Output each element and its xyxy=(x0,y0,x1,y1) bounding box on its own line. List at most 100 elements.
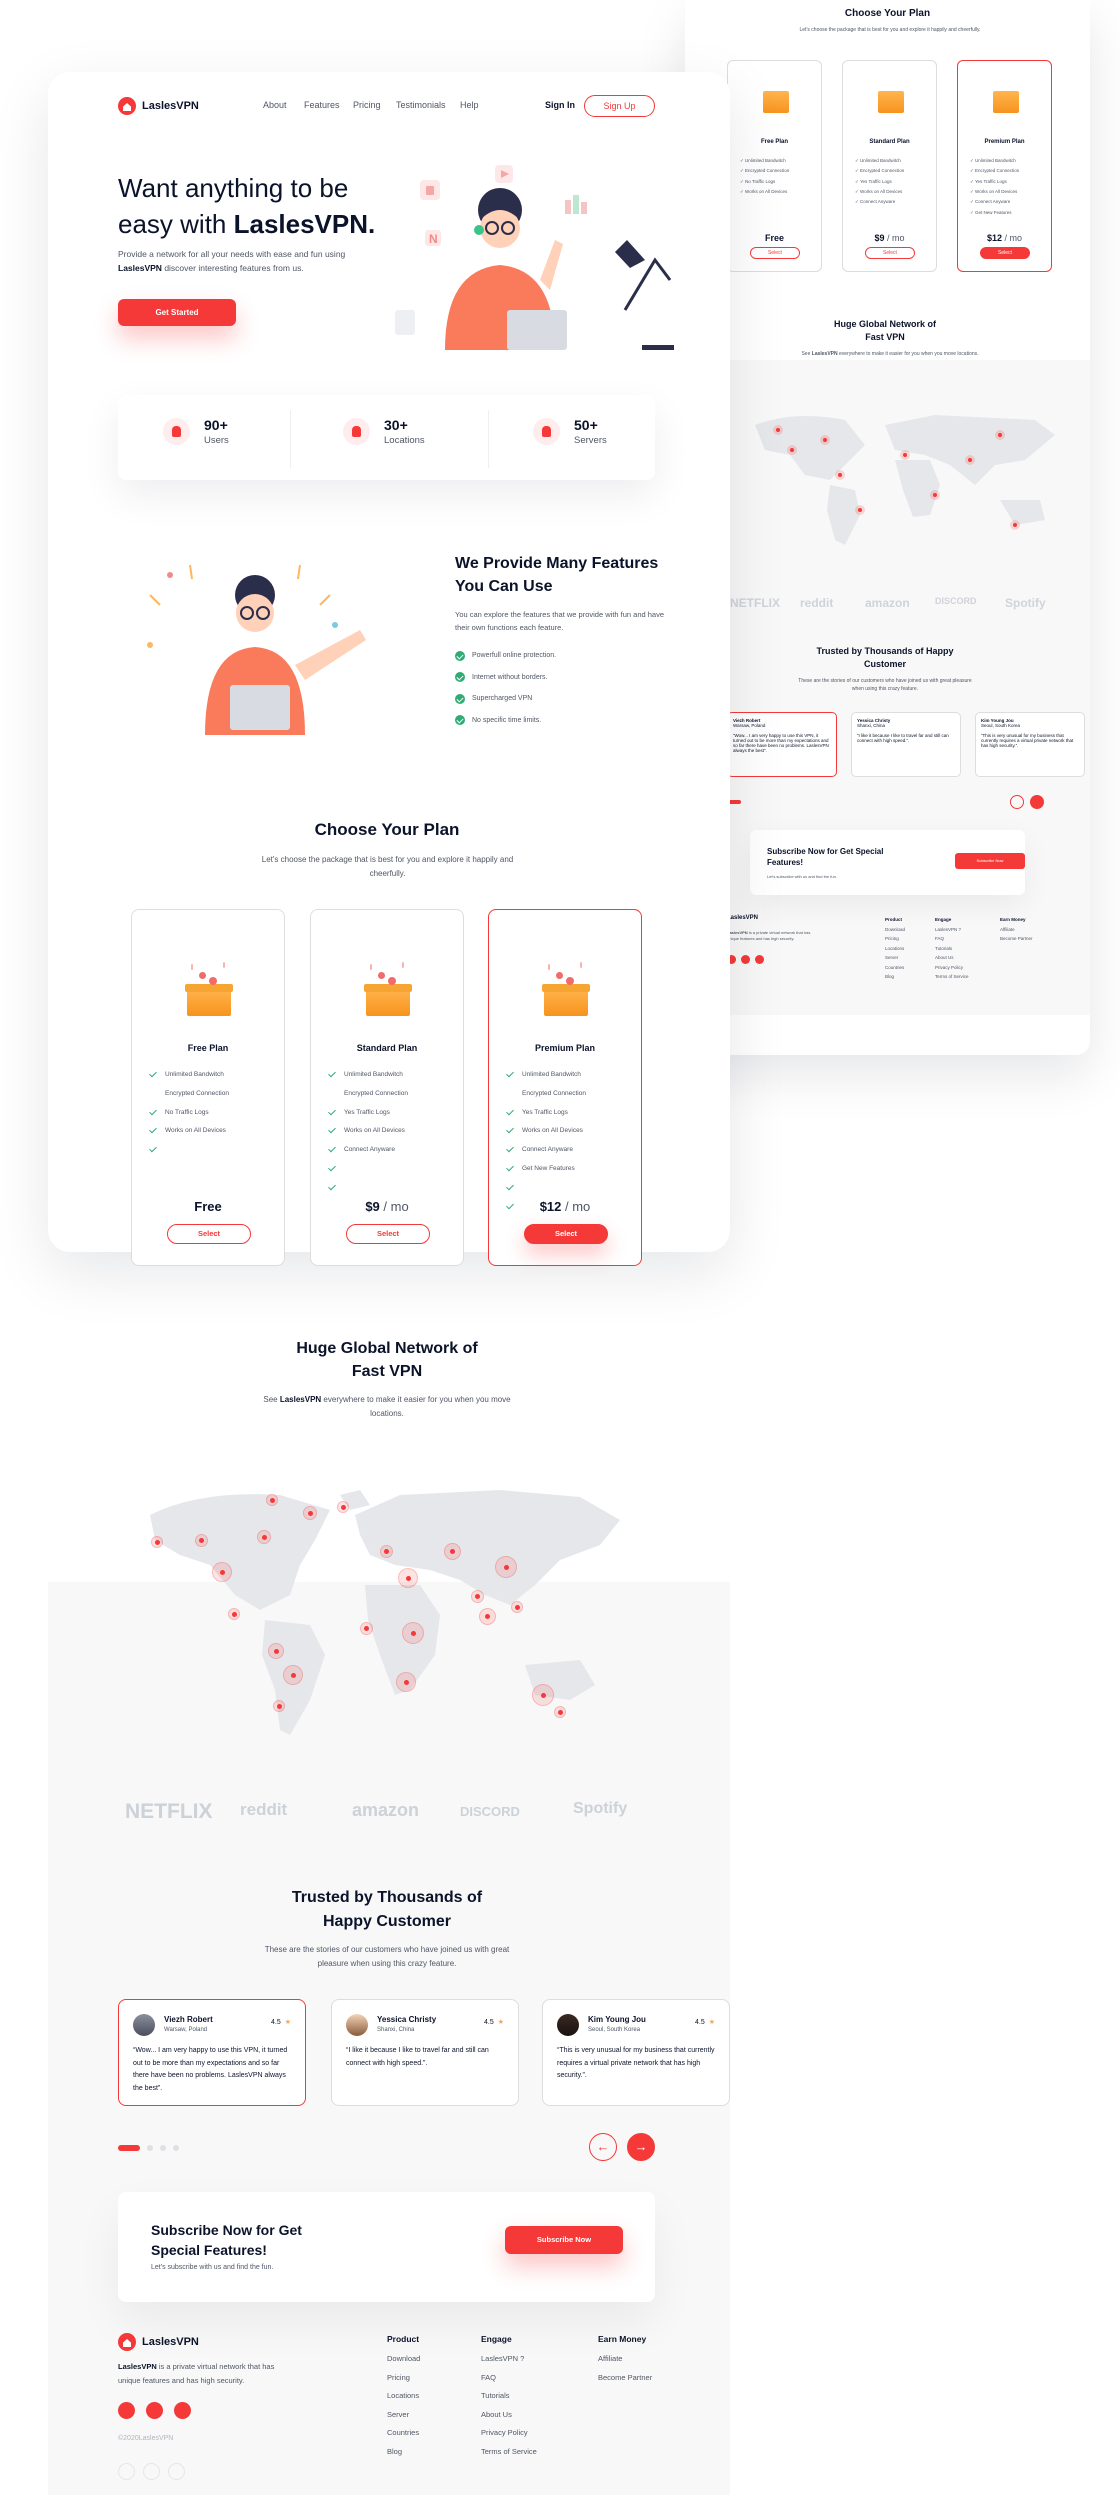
testimonial-text: “This is very unusual for my business th… xyxy=(557,2047,715,2079)
logo-icon xyxy=(118,97,136,115)
logo[interactable]: LaslesVPN xyxy=(118,97,199,115)
feature-item: No specific time limits. xyxy=(455,710,556,732)
gift-icon xyxy=(763,91,789,113)
preview-subscribe-button[interactable]: Subscribe Now xyxy=(955,853,1025,869)
preview-prev-arrow-icon[interactable] xyxy=(1010,795,1024,809)
preview-subscribe-title: Subscribe Now for Get Special Features! xyxy=(767,847,884,867)
preview-select-button[interactable]: Select xyxy=(980,247,1030,259)
facebook-icon[interactable] xyxy=(118,2402,135,2419)
instagram-icon[interactable] xyxy=(174,2402,191,2419)
preview-select-button[interactable]: Select xyxy=(865,247,915,259)
preview-testimonial-card: Viezh Robert Warsaw, Poland “Wow... I am v… xyxy=(727,712,837,777)
carousel-dot-active[interactable] xyxy=(118,2145,140,2151)
footer-link[interactable]: Locations xyxy=(387,2391,420,2410)
testimonial-location: Seoul, South Korea xyxy=(588,2027,641,2033)
nav-link-testimonials[interactable]: Testimonials xyxy=(396,100,446,110)
carousel-dot[interactable] xyxy=(173,2145,179,2151)
select-plan-button[interactable]: Select xyxy=(524,1224,608,1244)
server-location-dot xyxy=(268,1643,284,1659)
carousel-dot[interactable] xyxy=(147,2145,153,2151)
plan-feature-list: Unlimited Bandwitch Encrypted Connection… xyxy=(506,1069,586,1220)
nav-link-about[interactable]: About xyxy=(263,100,287,110)
testimonial-rating: 4.5 ★ xyxy=(694,2019,715,2026)
check-icon xyxy=(506,1182,514,1191)
footer-link[interactable]: Download xyxy=(387,2354,420,2373)
star-icon: ★ xyxy=(284,2019,291,2026)
arrow-left-icon[interactable]: ← xyxy=(589,2133,617,2161)
nav-link-help[interactable]: Help xyxy=(460,100,479,110)
footer-link[interactable]: Countries xyxy=(387,2428,420,2447)
preview-plan-features: ✓ Unlimited Bandwitch ✓ Encrypted Connect… xyxy=(855,158,905,205)
preview-subscribe-box: Subscribe Now for Get Special Features! … xyxy=(750,830,1025,895)
twitter-icon[interactable] xyxy=(146,2402,163,2419)
stat-servers: 50+ Servers xyxy=(533,417,607,446)
instagram-icon[interactable] xyxy=(755,955,764,964)
gift-icon xyxy=(993,91,1019,113)
check-icon xyxy=(149,1107,157,1115)
footer-link[interactable]: Tutorials xyxy=(481,2391,537,2410)
feature-item: Powerfull online protection. xyxy=(455,645,556,667)
arrow-right-icon[interactable]: → xyxy=(627,2133,655,2161)
server-location-dot xyxy=(930,490,940,500)
preview-plans-desc: Let's choose the package that is best fo… xyxy=(799,27,981,33)
server-location-dot xyxy=(303,1506,317,1520)
sign-in-link[interactable]: Sign In xyxy=(545,100,575,110)
footer-logo[interactable]: LaslesVPN xyxy=(118,2333,199,2351)
footer-link[interactable]: About Us xyxy=(481,2410,537,2429)
check-icon xyxy=(149,1126,157,1134)
nav-link-features[interactable]: Features xyxy=(304,100,340,110)
preview-next-arrow-icon[interactable] xyxy=(1030,795,1044,809)
preview-plan-features: ✓ Unlimited Bandwitch ✓ Encrypted Connect… xyxy=(740,158,790,195)
subscribe-button[interactable]: Subscribe Now xyxy=(505,2226,623,2254)
subscribe-description: Let's subscribe with us and find the fun… xyxy=(151,2264,274,2271)
carousel-dot[interactable] xyxy=(160,2145,166,2151)
divider xyxy=(290,410,291,468)
testimonial-card[interactable]: Kim Young Jou Seoul, South Korea 4.5 ★ “T… xyxy=(542,1999,730,2106)
preview-testimonials-title: Trusted by Thousands of Happy Customer xyxy=(816,646,954,669)
footer-link[interactable]: Terms of Service xyxy=(481,2447,537,2466)
server-location-dot xyxy=(337,1501,349,1513)
logo-icon xyxy=(118,2333,136,2351)
partner-logo: DISCORD xyxy=(935,596,977,606)
server-location-dot xyxy=(900,450,910,460)
preview-select-button[interactable]: Select xyxy=(750,247,800,259)
testimonial-card[interactable]: Viezh Robert Warsaw, Poland 4.5 ★ “Wow...… xyxy=(118,1999,306,2106)
hero-description: Provide a network for all your needs wit… xyxy=(118,249,346,273)
server-location-dot xyxy=(995,430,1005,440)
footer-link[interactable]: Server xyxy=(387,2410,420,2429)
footer-link[interactable]: Privacy Policy xyxy=(481,2428,537,2447)
twitter-icon[interactable] xyxy=(741,955,750,964)
testimonial-rating: 4.5 ★ xyxy=(270,2019,291,2026)
stat-label: Servers xyxy=(574,435,607,446)
footer-link[interactable]: Blog xyxy=(387,2447,420,2466)
footer-link[interactable]: Affiliate xyxy=(598,2354,652,2373)
divider xyxy=(488,410,489,468)
testimonial-location: Warsaw, Poland xyxy=(164,2027,208,2033)
preview-plan-card: Standard Plan ✓ Unlimited Bandwitch ✓ Enc… xyxy=(842,60,937,272)
preview-network-desc: See LaslesVPN everywhere to make it easi… xyxy=(801,351,979,357)
testimonial-location: Shanxi, China xyxy=(377,2027,415,2033)
check-circle-icon xyxy=(455,672,465,683)
testimonial-card[interactable]: Yessica Christy Shanxi, China 4.5 ★ “I li… xyxy=(331,1999,519,2106)
server-location-dot xyxy=(835,470,845,480)
server-location-dot xyxy=(773,425,783,435)
nav-link-pricing[interactable]: Pricing xyxy=(353,100,381,110)
features-list: Powerfull online protection. Internet wi… xyxy=(455,645,556,731)
partner-logo: reddit xyxy=(800,596,834,610)
payment-icon xyxy=(143,2463,160,2480)
partner-logo-netflix: NETFLIX xyxy=(125,1800,213,1823)
footer-description: LaslesVPN is a private virtual network t… xyxy=(118,2362,275,2385)
stat-locations: 30+ Locations xyxy=(343,417,425,446)
footer-link[interactable]: LaslesVPN ? xyxy=(481,2354,537,2373)
preview-testimonials-desc: These are the stories of our customers w… xyxy=(798,678,972,692)
sign-up-button[interactable]: Sign Up xyxy=(584,95,655,117)
plan-name: Premium Plan xyxy=(534,1043,596,1053)
footer-column-title: Engage xyxy=(481,2334,512,2344)
select-plan-button[interactable]: Select xyxy=(167,1224,251,1244)
select-plan-button[interactable]: Select xyxy=(346,1224,430,1244)
footer-column-title: Product xyxy=(387,2334,420,2344)
footer-link[interactable]: FAQ xyxy=(481,2373,537,2392)
get-started-button[interactable]: Get Started xyxy=(118,299,236,326)
footer-link[interactable]: Become Partner xyxy=(598,2373,652,2392)
footer-link[interactable]: Pricing xyxy=(387,2373,420,2392)
